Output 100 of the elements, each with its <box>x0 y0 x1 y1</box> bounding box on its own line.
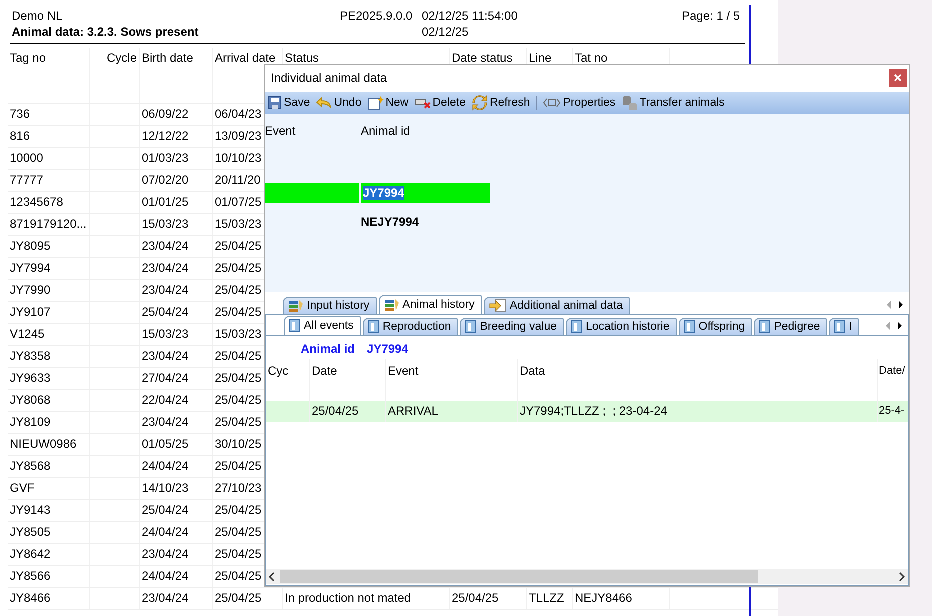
table-cell: 10/10/23 <box>215 151 262 165</box>
table-cell: 12/12/22 <box>142 129 189 143</box>
table-cell: 25-4- <box>879 405 905 417</box>
tab[interactable]: Input history <box>283 297 377 314</box>
report-title: Animal data: 3.2.3. Sows present <box>12 25 200 39</box>
table-cell: 25/04/24 <box>142 305 189 319</box>
column-header: Cycle <box>106 51 137 65</box>
toolbar-button[interactable]: Undo <box>316 96 362 110</box>
tab[interactable]: I <box>829 318 860 335</box>
close-icon <box>894 74 902 82</box>
animal-id-label: Animal id <box>301 342 356 358</box>
toolbar-button[interactable]: Save <box>268 96 310 110</box>
table-cell: 77777 <box>10 173 44 187</box>
tab[interactable]: Location historie <box>566 318 677 335</box>
books-icon <box>384 298 400 312</box>
column-header: Tag no <box>10 51 46 65</box>
column-header: Animal id <box>361 124 410 138</box>
column-header: Tat no <box>575 51 608 65</box>
toolbar-button[interactable]: Refresh <box>472 95 530 111</box>
table-cell: 14/10/23 <box>142 481 189 495</box>
tab[interactable]: Additional animal data <box>484 297 630 314</box>
horizontal-scrollbar[interactable] <box>266 569 908 584</box>
document-icon <box>759 320 772 334</box>
table-cell: 25/04/25 <box>215 261 262 275</box>
tab[interactable]: All events <box>284 316 361 335</box>
table-cell: 816 <box>10 129 30 143</box>
table-cell: 25/04/25 <box>215 503 262 517</box>
table-cell: NEJY8466 <box>575 591 632 605</box>
table-cell: JY8568 <box>10 459 51 473</box>
table-cell: JY7994;TLLZZ ; ; 23-04-24 <box>520 404 668 418</box>
tab[interactable]: Animal history <box>378 295 482 314</box>
table-cell: V1245 <box>10 327 45 341</box>
window-title: Individual animal data <box>271 71 388 85</box>
table-cell: ARRIVAL <box>388 404 438 418</box>
column-header: Date status <box>452 51 513 65</box>
table-cell: JY9107 <box>10 305 51 319</box>
table-cell: 15/03/23 <box>215 327 262 341</box>
tab[interactable]: Reproduction <box>362 318 458 335</box>
page-number: Page: 1 / 5 <box>682 9 740 25</box>
document-icon <box>465 320 478 334</box>
delete-row-icon <box>414 97 431 109</box>
table-cell: 01/03/23 <box>142 151 189 165</box>
table-cell: 01/07/25 <box>215 195 262 209</box>
toolbar-button[interactable]: Delete <box>414 97 466 109</box>
table-cell: 24/04/24 <box>142 459 189 473</box>
new-document-icon <box>368 96 384 110</box>
table-cell: 25/04/25 <box>215 393 262 407</box>
table-cell: 12345678 <box>10 195 64 209</box>
table-cell: 25/04/25 <box>215 591 262 605</box>
table-cell: JY8109 <box>10 415 51 429</box>
table-cell: 23/04/24 <box>142 239 189 253</box>
column-header: Status <box>285 51 320 65</box>
table-cell: 15/03/23 <box>215 217 262 231</box>
animal-id: NEJY7994 <box>361 215 420 229</box>
table-cell: 30/10/25 <box>215 437 262 451</box>
table-cell: 27/04/24 <box>142 371 189 385</box>
table-cell: 25/04/25 <box>452 591 499 605</box>
table-cell: 07/02/20 <box>142 173 189 187</box>
tab[interactable]: Breeding value <box>460 318 564 335</box>
column-header: Data <box>520 364 546 378</box>
table-cell: 23/04/24 <box>142 591 189 605</box>
scroll-arrows-icon[interactable] <box>885 300 905 310</box>
database-icon <box>622 95 638 111</box>
table-cell: 24/04/24 <box>142 569 189 583</box>
document-icon <box>289 319 301 333</box>
table-cell: 13/09/23 <box>215 129 262 143</box>
table-cell: 736 <box>10 107 30 121</box>
table-cell: 25/04/25 <box>215 569 262 583</box>
table-cell: 25/04/25 <box>215 459 262 473</box>
column-header: Birth date <box>142 51 194 65</box>
table-cell: 01/05/25 <box>142 437 189 451</box>
table-cell: JY9143 <box>10 503 51 517</box>
column-header: Date <box>312 364 338 378</box>
table-cell: 15/03/23 <box>142 327 189 341</box>
table-cell: 23/04/24 <box>142 547 189 561</box>
scroll-arrows-icon[interactable] <box>884 321 904 331</box>
table-row[interactable]: 25/04/25 ARRIVAL JY7994;TLLZZ ; ; 23-04-24 25-4- <box>266 401 908 422</box>
close-button[interactable] <box>889 69 907 87</box>
table-cell: 27/10/23 <box>215 481 262 495</box>
column-header: Event <box>265 124 296 138</box>
table-cell: JY8068 <box>10 393 51 407</box>
event-field[interactable] <box>265 183 359 203</box>
table-cell: 23/04/24 <box>142 415 189 429</box>
table-cell: 24/04/24 <box>142 525 189 539</box>
table-cell: GVF <box>10 481 35 495</box>
table-cell: JY8566 <box>10 569 51 583</box>
table-cell: JY8466 <box>10 591 51 605</box>
table-cell: 23/04/24 <box>142 349 189 363</box>
document-icon <box>368 320 380 334</box>
refresh-icon <box>472 95 488 111</box>
toolbar-button[interactable]: New <box>368 96 409 110</box>
scrollbar-thumb[interactable] <box>280 570 758 583</box>
properties-icon <box>543 98 562 108</box>
tab[interactable]: Offspring <box>678 318 752 335</box>
tab[interactable]: Pedigree <box>754 318 828 335</box>
table-cell: 25/04/25 <box>215 525 262 539</box>
toolbar-button[interactable]: Transfer animals <box>622 95 725 111</box>
table-cell: 25/04/25 <box>215 349 262 363</box>
table-cell: JY9633 <box>10 371 51 385</box>
toolbar-button[interactable]: Properties <box>543 97 616 109</box>
